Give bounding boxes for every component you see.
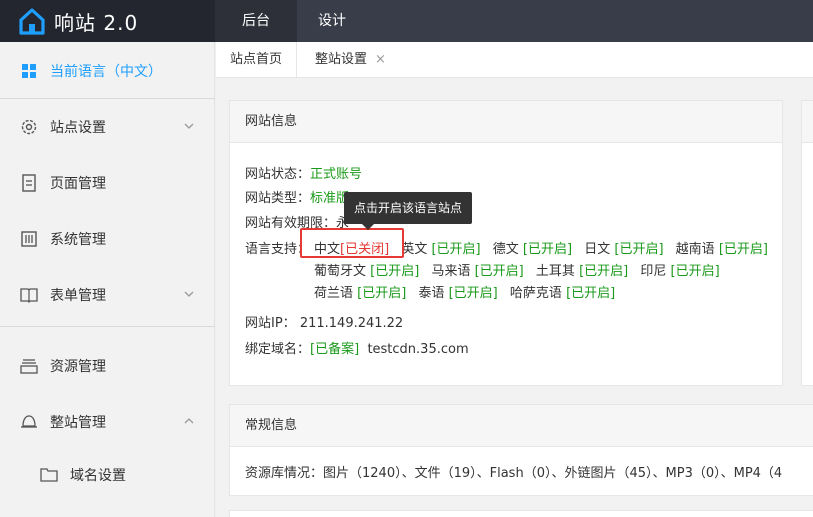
language-line-3: 荷兰语 [已开启] 泰语 [已开启] 哈萨克语 [已开启] bbox=[314, 282, 623, 301]
language-line-2: 葡萄牙文 [已开启] 马来语 [已开启] 土耳其 [已开启] 印尼 [已开启] bbox=[314, 260, 728, 279]
status-label: 网站状态： bbox=[245, 167, 311, 182]
book-icon bbox=[20, 286, 38, 304]
sidebar-item-site-management[interactable]: 整站管理 bbox=[0, 394, 215, 450]
language-item-ja[interactable]: 日文 [已开启] bbox=[584, 242, 663, 257]
sidebar-item-site-settings[interactable]: 站点设置 bbox=[0, 99, 215, 155]
language-name: 土耳其 bbox=[535, 264, 575, 279]
sidebar-item-label: 页面管理 bbox=[50, 176, 106, 192]
tooltip-arrow bbox=[362, 224, 374, 230]
language-state: [已开启] bbox=[448, 286, 498, 301]
grid-icon bbox=[20, 62, 38, 80]
sidebar-item-label: 当前语言（中文） bbox=[50, 64, 162, 80]
sidebar-item-label: 系统管理 bbox=[50, 232, 106, 248]
next-card-partial bbox=[229, 510, 813, 517]
app-name: 响站 2.0 bbox=[54, 10, 139, 35]
tab-site-home[interactable]: 站点首页 bbox=[216, 42, 298, 78]
tab-site-settings[interactable]: 整站设置 × bbox=[301, 42, 400, 78]
sliders-icon bbox=[20, 230, 38, 248]
sidebar: 当前语言（中文） 站点设置 页面管理 系统管理 表单管理 资源管理 整站管理 域… bbox=[0, 42, 215, 517]
type-row: 网站类型：标准版 bbox=[245, 187, 349, 206]
resources-summary: 资源库情况：图片（1240）、文件（19）、Flash（0）、外链图片（45）、… bbox=[245, 466, 783, 481]
sidebar-item-label: 站点设置 bbox=[50, 120, 106, 136]
type-label: 网站类型： bbox=[245, 191, 311, 206]
language-item-kk[interactable]: 哈萨克语 [已开启] bbox=[510, 286, 615, 301]
language-state: [已开启] bbox=[522, 242, 573, 257]
language-name: 越南语 bbox=[675, 242, 715, 257]
stack-icon bbox=[20, 357, 38, 375]
language-item-pt[interactable]: 葡萄牙文 [已开启] bbox=[314, 264, 419, 279]
gear-icon bbox=[20, 118, 38, 136]
bell-icon bbox=[20, 413, 38, 431]
language-state: [已开启] bbox=[370, 264, 420, 279]
top-tab-backend[interactable]: 后台 bbox=[215, 0, 297, 42]
folder-icon bbox=[40, 466, 58, 484]
sidebar-item-system-management[interactable]: 系统管理 bbox=[0, 211, 215, 267]
language-item-th[interactable]: 泰语 [已开启] bbox=[418, 286, 497, 301]
chevron-down-icon bbox=[184, 123, 194, 129]
language-item-nl[interactable]: 荷兰语 [已开启] bbox=[314, 286, 406, 301]
sidebar-item-label: 表单管理 bbox=[50, 288, 106, 304]
language-item-ms[interactable]: 马来语 [已开启] bbox=[431, 264, 523, 279]
close-icon[interactable]: × bbox=[375, 52, 386, 67]
page-tabs-bar: 站点首页 整站设置 × bbox=[216, 42, 813, 78]
language-name: 马来语 bbox=[431, 264, 471, 279]
top-bar: 响站 2.0 后台 设计 bbox=[0, 0, 813, 42]
language-state: [已开启] bbox=[474, 264, 524, 279]
ip-value: 211.149.241.22 bbox=[299, 316, 404, 331]
status-value: 正式账号 bbox=[310, 167, 363, 182]
language-state: [已开启] bbox=[718, 242, 768, 257]
domain-row: 绑定域名：[已备案] testcdn.35.com bbox=[245, 338, 469, 357]
language-state: [已开启] bbox=[670, 264, 720, 279]
top-tab-design[interactable]: 设计 bbox=[297, 0, 367, 42]
language-state: [已开启] bbox=[431, 242, 481, 257]
sidebar-item-label: 域名设置 bbox=[70, 468, 126, 484]
language-highlight-box bbox=[300, 228, 404, 258]
language-state: [已开启] bbox=[357, 286, 407, 301]
ip-row: 网站IP： 211.149.241.22 bbox=[245, 312, 403, 331]
tooltip: 点击开启该语言站点 bbox=[344, 192, 473, 224]
language-name: 哈萨克语 bbox=[509, 286, 562, 301]
language-item-vi[interactable]: 越南语 [已开启] bbox=[676, 242, 768, 257]
language-name: 荷兰语 bbox=[314, 286, 354, 301]
language-state: [已开启] bbox=[579, 264, 629, 279]
language-name: 泰语 bbox=[418, 286, 445, 301]
language-name: 德文 bbox=[492, 242, 519, 257]
card-title: 常规信息 bbox=[230, 405, 813, 447]
chevron-up-icon bbox=[184, 418, 194, 424]
chevron-down-icon bbox=[184, 291, 194, 297]
language-name: 英文 bbox=[401, 242, 428, 257]
side-card-partial bbox=[801, 100, 813, 386]
document-icon bbox=[20, 174, 38, 192]
language-item-en[interactable]: 英文 [已开启] bbox=[401, 242, 480, 257]
general-info-card: 常规信息 资源库情况：图片（1240）、文件（19）、Flash（0）、外链图片… bbox=[229, 404, 813, 496]
sidebar-item-label: 资源管理 bbox=[50, 359, 106, 375]
sidebar-item-label: 整站管理 bbox=[50, 415, 106, 431]
language-name: 日文 bbox=[584, 242, 611, 257]
sidebar-item-page-management[interactable]: 页面管理 bbox=[0, 155, 215, 211]
tab-label: 整站设置 bbox=[315, 52, 368, 67]
sidebar-item-form-management[interactable]: 表单管理 bbox=[0, 267, 215, 323]
status-row: 网站状态：正式账号 bbox=[245, 163, 362, 182]
language-item-id[interactable]: 印尼 [已开启] bbox=[640, 264, 719, 279]
language-item-tr[interactable]: 土耳其 [已开启] bbox=[536, 264, 628, 279]
language-name: 葡萄牙文 bbox=[314, 264, 367, 279]
language-state: [已开启] bbox=[614, 242, 664, 257]
domain-state: [已备案] bbox=[310, 342, 360, 357]
sidebar-item-current-language[interactable]: 当前语言（中文） bbox=[0, 43, 215, 99]
logo[interactable]: 响站 2.0 bbox=[0, 0, 215, 42]
house-logo-icon bbox=[19, 8, 45, 35]
card-title: 网站信息 bbox=[230, 101, 782, 143]
ip-label: 网站IP： bbox=[245, 316, 296, 331]
domain-label: 绑定域名： bbox=[245, 342, 311, 357]
domain-value[interactable]: testcdn.35.com bbox=[367, 342, 468, 357]
divider bbox=[0, 326, 215, 327]
language-item-de[interactable]: 德文 [已开启] bbox=[493, 242, 572, 257]
sidebar-item-resource-management[interactable]: 资源管理 bbox=[0, 338, 215, 394]
main-content: 网站信息 网站状态：正式账号 网站类型：标准版 网站有效期限：永 语言支持： 中… bbox=[216, 78, 813, 517]
language-state: [已开启] bbox=[566, 286, 616, 301]
sidebar-item-domain-settings[interactable]: 域名设置 bbox=[0, 447, 215, 503]
language-name: 印尼 bbox=[640, 264, 667, 279]
card-title-partial bbox=[802, 101, 813, 143]
